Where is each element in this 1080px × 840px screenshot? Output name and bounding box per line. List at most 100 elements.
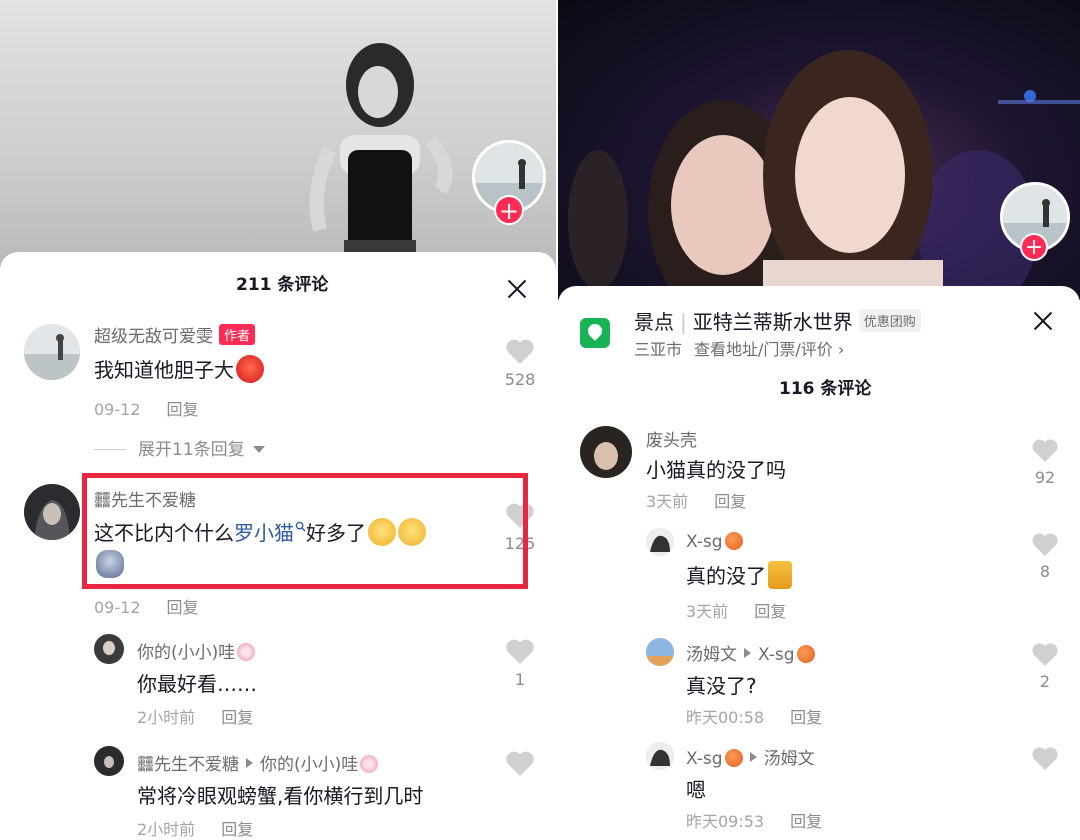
comment-text: 小猫真的没了吗 bbox=[646, 458, 786, 482]
like-count: 528 bbox=[504, 370, 536, 389]
reply-time: 昨天00:58 bbox=[686, 708, 765, 727]
reply-text: 真没了? bbox=[686, 674, 757, 698]
comment-date: 09-12 bbox=[94, 400, 141, 419]
reply-time: 2小时前 bbox=[137, 820, 196, 839]
follow-plus-button[interactable]: + bbox=[494, 195, 524, 225]
heart-icon bbox=[1032, 533, 1058, 556]
like-count: 92 bbox=[1034, 468, 1056, 487]
comment-time: 3天前 bbox=[646, 492, 689, 511]
reply-button[interactable]: 回复 bbox=[167, 400, 199, 419]
expand-replies-button[interactable]: 展开11条回复 bbox=[94, 435, 265, 460]
close-button[interactable] bbox=[504, 276, 530, 302]
comment-count-title: 116 条评论 bbox=[779, 379, 872, 399]
reply-author-name[interactable]: X-sg bbox=[686, 532, 723, 552]
reply-button[interactable]: 回复 bbox=[790, 812, 822, 831]
deal-badge[interactable]: 优惠团购 bbox=[858, 309, 921, 332]
reply-text: 你最好看…… bbox=[137, 672, 257, 696]
reply-author-name[interactable]: 你的(小小)哇 bbox=[137, 643, 235, 663]
location-city: 三亚市 bbox=[634, 340, 683, 359]
avatar[interactable] bbox=[94, 746, 124, 776]
author-badge: 作者 bbox=[219, 324, 256, 345]
reply-to-name[interactable]: X-sg bbox=[758, 645, 795, 665]
like-button[interactable]: 528 bbox=[500, 338, 540, 389]
location-pin-icon bbox=[580, 318, 610, 348]
heart-icon bbox=[506, 639, 534, 664]
reply-button[interactable]: 回复 bbox=[167, 598, 199, 617]
close-button[interactable] bbox=[1030, 308, 1056, 334]
reply-time: 3天前 bbox=[686, 602, 729, 621]
reply-meta: 2小时前 回复 bbox=[137, 704, 253, 728]
avatar[interactable] bbox=[646, 742, 674, 770]
reply-author[interactable]: X-sg 汤姆文 bbox=[686, 744, 815, 769]
video-people-figure bbox=[568, 50, 1080, 300]
comment-author[interactable]: 超级无敌可爱雯 作者 bbox=[94, 322, 256, 347]
like-button[interactable]: 1 bbox=[500, 638, 540, 689]
reply-author-name[interactable]: 汤姆文 bbox=[686, 645, 737, 665]
heart-icon bbox=[1032, 747, 1058, 770]
reply-to-name[interactable]: 汤姆文 bbox=[764, 749, 815, 769]
avatar[interactable] bbox=[646, 638, 674, 666]
location-separator: | bbox=[680, 310, 687, 334]
avatar[interactable] bbox=[24, 324, 80, 380]
reply-author-name[interactable]: X-sg bbox=[686, 749, 723, 769]
reply-meta: 2小时前 回复 bbox=[137, 816, 253, 840]
reply-arrow-icon bbox=[744, 648, 751, 658]
like-button[interactable] bbox=[1025, 746, 1065, 774]
like-button[interactable]: 92 bbox=[1025, 438, 1065, 487]
location-title[interactable]: 景点 | 亚特兰蒂斯水世界 优惠团购 bbox=[634, 306, 921, 335]
highlight-annotation-box bbox=[82, 473, 528, 589]
reply-text: 嗯 bbox=[686, 778, 706, 802]
comment-author-name[interactable]: 废头壳 bbox=[646, 426, 697, 451]
reply-meta: 3天前 回复 bbox=[686, 598, 786, 622]
reply-author-name[interactable]: 䨻先生不爱糖 bbox=[137, 755, 239, 775]
location-name[interactable]: 亚特兰蒂斯水世界 bbox=[693, 310, 853, 334]
like-count: 1 bbox=[514, 670, 526, 689]
reply-meta: 昨天09:53 回复 bbox=[686, 808, 822, 832]
avatar[interactable] bbox=[580, 426, 632, 478]
comment-author-name[interactable]: 超级无敌可爱雯 bbox=[94, 327, 213, 347]
reply-text: 真的没了 bbox=[686, 560, 792, 589]
reply-button[interactable]: 回复 bbox=[790, 708, 822, 727]
expand-replies-label[interactable]: 展开11条回复 bbox=[138, 440, 245, 460]
angry-emoji-icon bbox=[236, 355, 264, 383]
reply-button[interactable]: 回复 bbox=[754, 602, 786, 621]
reply-text-body: 真的没了 bbox=[686, 564, 766, 588]
avatar[interactable] bbox=[94, 634, 124, 664]
like-button[interactable] bbox=[500, 750, 540, 780]
comment-date: 09-12 bbox=[94, 598, 141, 617]
reply-button[interactable]: 回复 bbox=[221, 708, 253, 727]
location-subtitle[interactable]: 三亚市 查看地址/门票/评价 › bbox=[634, 336, 844, 360]
divider-line bbox=[94, 449, 126, 450]
location-detail-link[interactable]: 查看地址/门票/评价 › bbox=[694, 340, 844, 359]
cat-emoji-icon bbox=[768, 561, 792, 589]
heart-icon bbox=[1032, 643, 1058, 666]
comment-text-body: 我知道他胆子大 bbox=[94, 358, 234, 382]
reply-author[interactable]: 汤姆文 X-sg bbox=[686, 640, 815, 665]
video-person-figure bbox=[309, 43, 453, 270]
reply-author[interactable]: X-sg bbox=[686, 532, 743, 552]
reply-button[interactable]: 回复 bbox=[221, 820, 253, 839]
heart-icon bbox=[1032, 439, 1058, 462]
flower-emoji-icon bbox=[237, 643, 256, 661]
reply-to-name[interactable]: 你的(小小)哇 bbox=[260, 755, 358, 775]
like-count: 8 bbox=[1039, 562, 1051, 581]
reply-author[interactable]: 你的(小小)哇 bbox=[137, 638, 256, 663]
avatar[interactable] bbox=[646, 528, 674, 556]
avatar[interactable] bbox=[24, 484, 80, 540]
chevron-down-icon bbox=[252, 446, 265, 453]
like-count: 2 bbox=[1039, 672, 1051, 691]
reply-button[interactable]: 回复 bbox=[714, 492, 746, 511]
video-background-left: + bbox=[0, 0, 556, 270]
reply-time: 2小时前 bbox=[137, 708, 196, 727]
heart-icon bbox=[506, 751, 534, 776]
location-category[interactable]: 景点 bbox=[634, 310, 674, 334]
follow-plus-button[interactable]: + bbox=[1020, 233, 1048, 261]
reply-text: 常将冷眼观螃蟹,看你横行到几时 bbox=[137, 784, 424, 808]
reply-arrow-icon bbox=[246, 758, 253, 768]
like-button[interactable]: 2 bbox=[1025, 642, 1065, 691]
comment-meta: 09-12 回复 bbox=[94, 396, 199, 420]
reply-author[interactable]: 䨻先生不爱糖 你的(小小)哇 bbox=[137, 750, 379, 775]
like-button[interactable]: 8 bbox=[1025, 532, 1065, 581]
reply-arrow-icon bbox=[749, 752, 757, 762]
video-background-right: + bbox=[558, 0, 1080, 300]
